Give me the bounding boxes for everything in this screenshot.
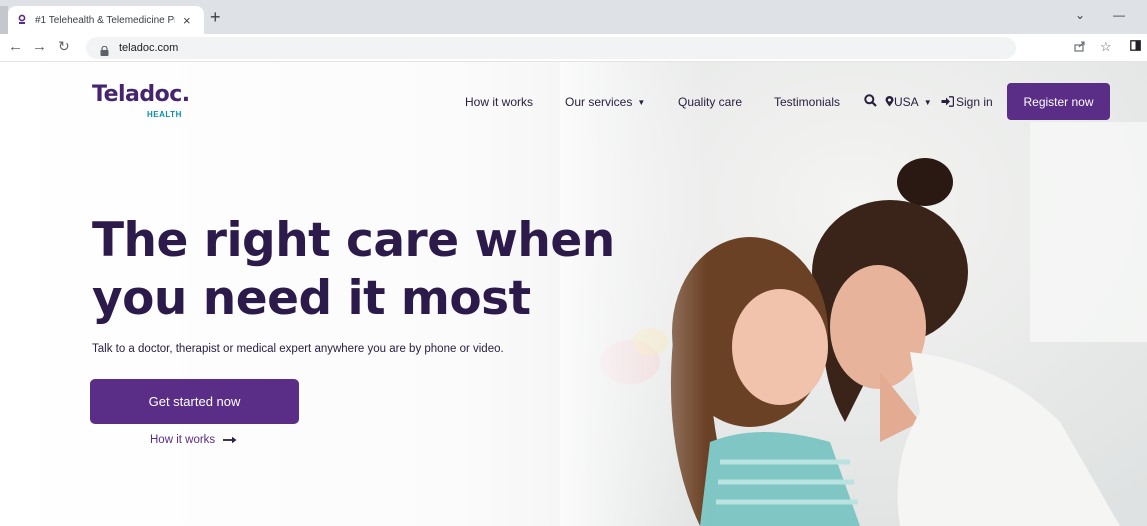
logo-subtitle: HEALTH <box>147 110 182 119</box>
lock-icon[interactable] <box>100 43 109 56</box>
reload-icon[interactable]: ↻ <box>58 39 70 53</box>
logo-text: Teladoc <box>92 82 182 107</box>
tab-close-icon[interactable]: × <box>183 14 191 27</box>
hero-image <box>560 62 1147 526</box>
logo-dot: . <box>181 82 190 107</box>
side-panel-icon[interactable] <box>1130 40 1141 53</box>
location-pin-icon <box>885 95 894 109</box>
caret-down-icon: ▼ <box>637 98 646 107</box>
get-started-button[interactable]: Get started now <box>90 379 299 424</box>
region-label: USA <box>894 95 919 109</box>
hero-headline: The right care when you need it most <box>92 212 615 328</box>
address-bar[interactable]: teladoc.com <box>86 37 1016 59</box>
sign-in-icon <box>941 95 956 109</box>
back-icon[interactable]: ← <box>8 39 23 54</box>
favicon-icon <box>16 14 28 26</box>
page-content: Teladoc. HEALTH How it works Our service… <box>0 62 1147 526</box>
browser-tab[interactable]: #1 Telehealth & Telemedicine Pro × <box>8 6 204 34</box>
arrow-right-icon <box>223 436 237 444</box>
nav-our-services-label: Our services <box>565 95 633 109</box>
minimize-icon[interactable]: — <box>1113 8 1125 22</box>
tab-title: #1 Telehealth & Telemedicine Pro <box>35 14 175 26</box>
search-icon[interactable] <box>864 94 877 110</box>
how-it-works-link-label: How it works <box>150 434 216 446</box>
nav-quality-care[interactable]: Quality care <box>678 95 742 109</box>
new-tab-icon[interactable]: + <box>210 8 221 26</box>
nav-how-it-works[interactable]: How it works <box>465 95 533 109</box>
headline-line-1: The right care when <box>92 213 615 268</box>
nav-region-selector[interactable]: USA ▼ <box>885 95 932 109</box>
browser-toolbar: ← → ↻ teladoc.com ☆ <box>0 34 1147 62</box>
hero-subtext: Talk to a doctor, therapist or medical e… <box>92 343 504 355</box>
how-it-works-link[interactable]: How it works <box>150 434 237 446</box>
nav-testimonials[interactable]: Testimonials <box>774 95 840 109</box>
caret-down-icon: ▼ <box>923 98 932 107</box>
sign-in-label: Sign in <box>956 95 993 109</box>
register-now-button[interactable]: Register now <box>1007 83 1110 120</box>
nav-our-services[interactable]: Our services ▼ <box>565 95 645 109</box>
teladoc-logo[interactable]: Teladoc. HEALTH <box>92 82 190 119</box>
headline-line-2: you need it most <box>92 271 531 326</box>
nav-sign-in[interactable]: Sign in <box>941 95 993 109</box>
bookmark-star-icon[interactable]: ☆ <box>1100 40 1112 53</box>
tab-edge <box>0 6 8 34</box>
browser-tab-strip: #1 Telehealth & Telemedicine Pro × + ⌄ — <box>0 0 1147 34</box>
tab-search-chevron-icon[interactable]: ⌄ <box>1075 8 1085 22</box>
forward-icon[interactable]: → <box>32 39 47 54</box>
share-icon[interactable] <box>1074 40 1086 54</box>
url-text: teladoc.com <box>119 42 179 54</box>
